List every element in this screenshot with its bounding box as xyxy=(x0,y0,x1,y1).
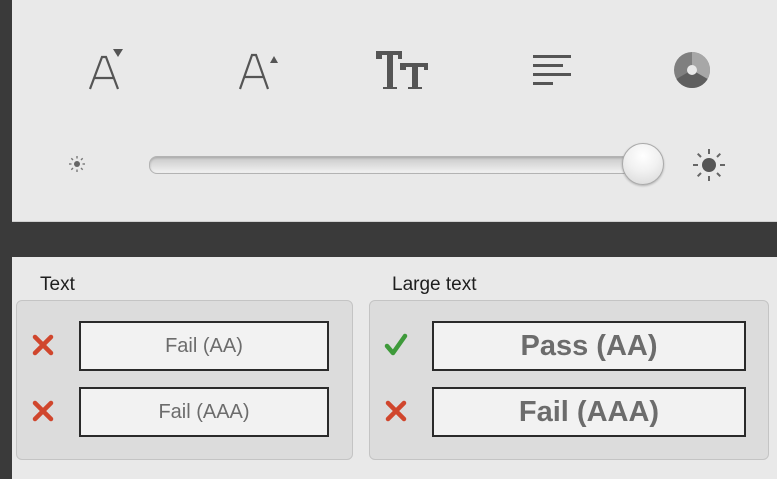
settings-panel xyxy=(12,0,777,222)
color-wheel-icon xyxy=(667,45,717,95)
brightness-slider-thumb[interactable] xyxy=(621,143,664,185)
font-increase-icon xyxy=(232,45,282,95)
text-aaa-result: Fail (AAA) xyxy=(79,387,329,437)
sun-small-icon xyxy=(68,155,86,178)
align-left-icon xyxy=(527,45,577,95)
contrast-results-panel: Text Fail (AA) Fail (AAA) Large text Pas… xyxy=(12,257,777,479)
check-icon xyxy=(384,333,408,357)
text-results-group: Fail (AA) Fail (AAA) xyxy=(16,300,353,460)
increase-font-size-button[interactable] xyxy=(222,35,292,105)
text-style-button[interactable] xyxy=(367,35,437,105)
large-text-group-label: Large text xyxy=(392,274,477,295)
text-style-icon xyxy=(372,45,432,95)
text-group-label: Text xyxy=(40,274,75,295)
large-text-aaa-row: Fail (AAA) xyxy=(370,387,768,439)
fail-icon xyxy=(31,399,55,423)
align-left-button[interactable] xyxy=(517,35,587,105)
brightness-slider-row xyxy=(12,135,777,195)
font-decrease-icon xyxy=(80,45,130,95)
large-text-aa-row: Pass (AA) xyxy=(370,321,768,373)
text-aaa-row: Fail (AAA) xyxy=(17,387,352,439)
large-text-aa-result: Pass (AA) xyxy=(432,321,746,371)
brightness-slider-track[interactable] xyxy=(149,156,659,174)
fail-icon xyxy=(384,399,408,423)
large-text-aaa-result: Fail (AAA) xyxy=(432,387,746,437)
text-aa-row: Fail (AA) xyxy=(17,321,352,373)
sun-large-icon xyxy=(692,148,726,187)
text-aa-result: Fail (AA) xyxy=(79,321,329,371)
decrease-font-size-button[interactable] xyxy=(70,35,140,105)
color-wheel-button[interactable] xyxy=(657,35,727,105)
fail-icon xyxy=(31,333,55,357)
large-text-results-group: Pass (AA) Fail (AAA) xyxy=(369,300,769,460)
